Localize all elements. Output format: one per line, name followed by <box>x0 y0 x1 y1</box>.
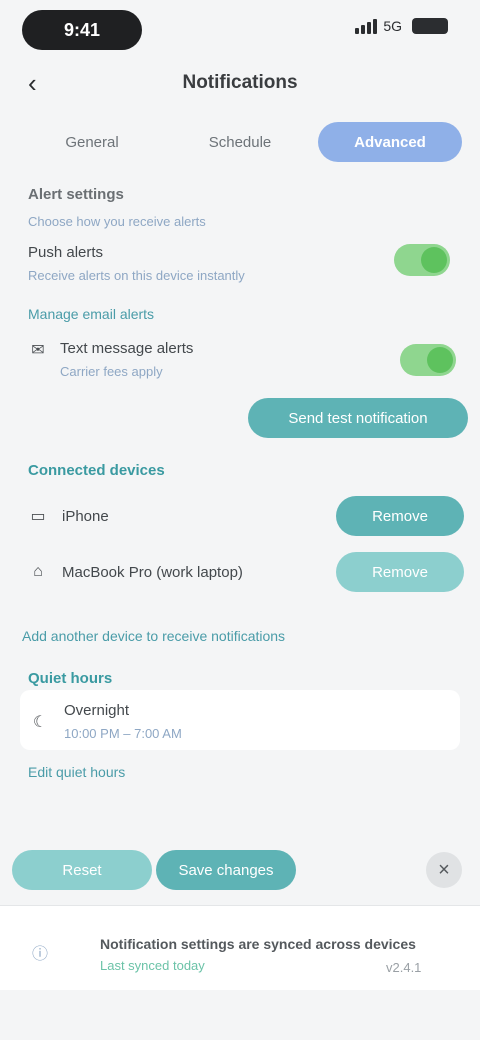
version-label: v2.4.1 <box>386 960 422 975</box>
quiet-label: Overnight <box>64 702 130 719</box>
devices-section-title: Connected devices <box>28 462 165 479</box>
tab-schedule[interactable]: Schedule <box>170 122 310 162</box>
remove-device-button[interactable]: Remove <box>336 496 464 536</box>
tab-general-label: General <box>65 133 119 151</box>
edit-quiet-hours-link[interactable]: Edit quiet hours <box>28 764 125 780</box>
remove-device-label: Remove <box>372 507 428 525</box>
push-alerts-toggle[interactable] <box>394 244 450 276</box>
alerts-description: Choose how you receive alerts <box>28 214 206 229</box>
network-label: 5G <box>383 18 402 34</box>
toggle-knob <box>427 347 453 373</box>
phone-icon: ▭ <box>30 508 46 525</box>
message-icon: ✉ <box>31 342 45 359</box>
signal-icon <box>355 18 378 34</box>
quiet-time: 10:00 PM – 7:00 AM <box>64 726 182 741</box>
device-label: iPhone <box>62 508 109 525</box>
tab-advanced[interactable]: Advanced <box>318 122 462 162</box>
battery-icon <box>412 18 448 34</box>
status-time-pill: 9:41 <box>22 10 142 50</box>
quiet-section-title: Quiet hours <box>28 670 113 687</box>
manage-email-link[interactable]: Manage email alerts <box>28 306 154 322</box>
sync-message: Notification settings are synced across … <box>100 936 416 952</box>
quiet-hours-card[interactable] <box>20 690 460 750</box>
toggle-knob <box>421 247 447 273</box>
push-alerts-label: Push alerts <box>28 244 104 261</box>
laptop-icon: ⌂ <box>33 563 43 580</box>
sms-alerts-sub: Carrier fees apply <box>60 364 163 379</box>
remove-device-button[interactable]: Remove <box>336 552 464 592</box>
page-title: Notifications <box>182 72 298 93</box>
reset-button[interactable]: Reset <box>12 850 152 890</box>
reset-label: Reset <box>62 861 102 879</box>
push-alerts-sub: Receive alerts on this device instantly <box>28 268 245 283</box>
moon-icon: ☾ <box>32 714 48 731</box>
save-label: Save changes <box>178 861 274 879</box>
tab-general[interactable]: General <box>22 122 162 162</box>
close-icon[interactable]: × <box>426 852 462 888</box>
tab-advanced-label: Advanced <box>354 133 426 151</box>
send-test-button[interactable]: Send test notification <box>248 398 468 438</box>
remove-device-label: Remove <box>372 563 428 581</box>
send-test-label: Send test notification <box>288 409 428 427</box>
device-label: MacBook Pro (work laptop) <box>62 564 243 581</box>
status-time: 9:41 <box>63 19 101 40</box>
sync-sub: Last synced today <box>100 958 205 973</box>
back-arrow-icon[interactable]: ‹ <box>28 70 37 96</box>
tab-schedule-label: Schedule <box>208 133 272 151</box>
sms-alerts-toggle[interactable] <box>400 344 456 376</box>
info-icon: ⓘ <box>31 946 48 963</box>
save-button[interactable]: Save changes <box>156 850 296 890</box>
sms-alerts-label: Text message alerts <box>60 340 194 357</box>
add-device-link[interactable]: Add another device to receive notificati… <box>22 628 285 644</box>
status-indicators: 5G <box>355 18 448 34</box>
alerts-section-title: Alert settings <box>28 186 124 203</box>
